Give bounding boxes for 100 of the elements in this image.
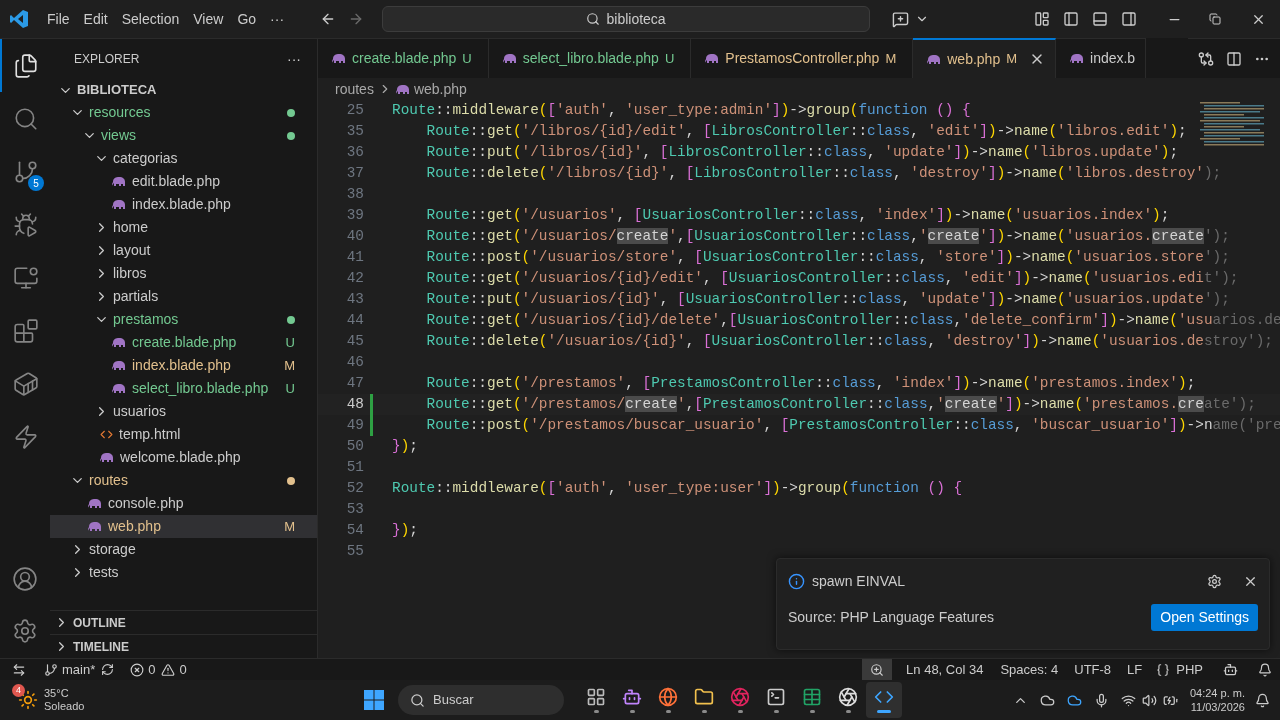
activity-bar-item[interactable]: 5 (0, 145, 50, 198)
cloud-icon[interactable] (1066, 692, 1082, 708)
line-number: 36 (345, 142, 364, 162)
tree-item[interactable]: layout (50, 239, 317, 262)
wifi-icon[interactable] (1120, 692, 1136, 708)
file-name: resources (89, 103, 151, 122)
layout-icon[interactable] (1034, 11, 1050, 27)
line-number: 42 (345, 268, 364, 288)
tree-item[interactable]: welcome.blade.php (50, 446, 317, 469)
notifications-icon[interactable] (1255, 692, 1270, 708)
clock-date[interactable]: 11/03/2026 (1190, 700, 1245, 714)
settings-icon[interactable] (1207, 574, 1222, 589)
tree-item[interactable]: temp.html (50, 423, 317, 446)
editor-tab[interactable]: web.php M (913, 38, 1056, 78)
tree-item[interactable]: partials (50, 285, 317, 308)
open-settings-button[interactable]: Open Settings (1151, 604, 1258, 631)
encoding[interactable]: UTF-8 (1074, 659, 1112, 680)
warning-icon[interactable] (161, 662, 176, 677)
tree-item[interactable]: storage (50, 538, 317, 561)
tree-item[interactable]: libros (50, 262, 317, 285)
file-name: index.blade.php (132, 195, 231, 214)
assistant-icon[interactable] (1223, 662, 1238, 677)
breadcrumb-item[interactable]: web.php (413, 78, 467, 100)
tree-item[interactable]: create.blade.php U (50, 331, 317, 354)
tree-item[interactable]: select_libro.blade.php U (50, 377, 317, 400)
error-icon[interactable] (130, 662, 145, 677)
clock-time[interactable]: 04:24 p. m. (1189, 686, 1245, 700)
line-number: 41 (345, 247, 364, 267)
line-ending[interactable]: LF (1127, 659, 1143, 680)
notifications-icon[interactable] (1258, 662, 1272, 677)
restore-icon[interactable] (1209, 13, 1221, 25)
indentation[interactable]: Spaces: 4 (1000, 659, 1059, 680)
tree-item[interactable]: routes (50, 469, 317, 492)
remote-icon[interactable] (12, 662, 26, 677)
branch-icon[interactable] (44, 662, 58, 677)
panel-title: EXPLORER (74, 51, 140, 68)
section-header[interactable]: OUTLINE (50, 610, 317, 634)
more-actions-button[interactable]: ··· (287, 48, 301, 70)
zoom-button[interactable] (862, 658, 893, 681)
warning-count[interactable]: 0 (179, 659, 187, 680)
editor-tab[interactable]: index.b (1056, 38, 1147, 78)
split-editor-icon[interactable] (1226, 50, 1242, 67)
tree-item[interactable]: console.php (50, 492, 317, 515)
cloud-icon[interactable] (1039, 692, 1055, 708)
tab-label: create.blade.php (352, 49, 457, 68)
cursor-position[interactable]: Ln 48, Col 34 (906, 659, 984, 680)
tree-item[interactable]: edit.blade.php (50, 170, 317, 193)
line-number: 46 (345, 352, 364, 372)
tree-item[interactable]: web.php M (50, 515, 317, 538)
git-status-letter: M (284, 356, 295, 375)
language-mode[interactable]: PHP (1176, 659, 1203, 680)
tree-item[interactable]: usuarios (50, 400, 317, 423)
branch-name[interactable]: main* (62, 659, 96, 680)
panel-toggle-icon[interactable] (1092, 11, 1108, 27)
menu-item[interactable]: ··· (264, 8, 291, 30)
tree-item[interactable]: prestamos (50, 308, 317, 331)
code-line: Route::put('/usuarios/{id}', [UsuariosController::class, 'update'])->name('usuarios.update'); (425, 289, 1230, 309)
volume-icon[interactable] (1141, 692, 1157, 708)
task-view-icon (586, 687, 606, 707)
menu-item[interactable]: Selection (115, 8, 186, 30)
close-icon[interactable] (1243, 574, 1258, 589)
secondary-sidebar-icon[interactable] (1121, 11, 1137, 27)
git-status-letter: U (664, 49, 675, 68)
taskbar-search-field[interactable]: Buscar (398, 685, 564, 715)
microphone-icon[interactable] (1093, 692, 1109, 708)
tree-item[interactable]: index.blade.php (50, 193, 317, 216)
menu-item[interactable]: File (41, 8, 76, 30)
taskbar-app[interactable] (866, 682, 902, 718)
tree-item[interactable]: resources (50, 101, 317, 124)
search-text: biblioteca (606, 9, 666, 29)
app-icon (730, 687, 750, 707)
tree-item[interactable]: categorias (50, 147, 317, 170)
settings-icon[interactable] (12, 618, 38, 644)
sidebar-toggle-icon[interactable] (1063, 11, 1079, 27)
account-icon[interactable] (12, 566, 38, 592)
breadcrumb-item[interactable]: routes (335, 78, 374, 100)
compare-changes-icon[interactable] (1198, 50, 1214, 67)
menu-item[interactable]: View (187, 8, 230, 30)
start-icon[interactable] (364, 690, 384, 710)
menu-item[interactable]: Go (231, 8, 263, 30)
editor-tab[interactable]: PrestamosController.php M (691, 38, 914, 78)
git-status-letter: M (885, 49, 897, 68)
file-name: console.php (108, 494, 184, 513)
editor-tab[interactable]: select_libro.blade.php U (488, 38, 692, 78)
tree-item[interactable]: tests (50, 561, 317, 584)
line-number: 52 (345, 478, 364, 498)
tree-item[interactable]: index.blade.php M (50, 354, 317, 377)
weather-widget[interactable]: 4 35°C Soleado (10, 680, 210, 720)
sync-icon[interactable] (101, 663, 115, 676)
braces-icon (1156, 662, 1171, 677)
command-search-field[interactable]: biblioteca (382, 6, 871, 32)
line-number: 35 (345, 121, 364, 141)
error-count[interactable]: 0 (148, 659, 156, 680)
tree-item[interactable]: home (50, 216, 317, 239)
tree-item[interactable]: BIBLIOTECA (50, 79, 317, 101)
section-title: TIMELINE (73, 638, 129, 656)
elephant-icon (112, 337, 126, 348)
tree-item[interactable]: views (50, 124, 317, 147)
menu-item[interactable]: Edit (77, 8, 114, 30)
editor-tab[interactable]: create.blade.php U (318, 38, 489, 78)
